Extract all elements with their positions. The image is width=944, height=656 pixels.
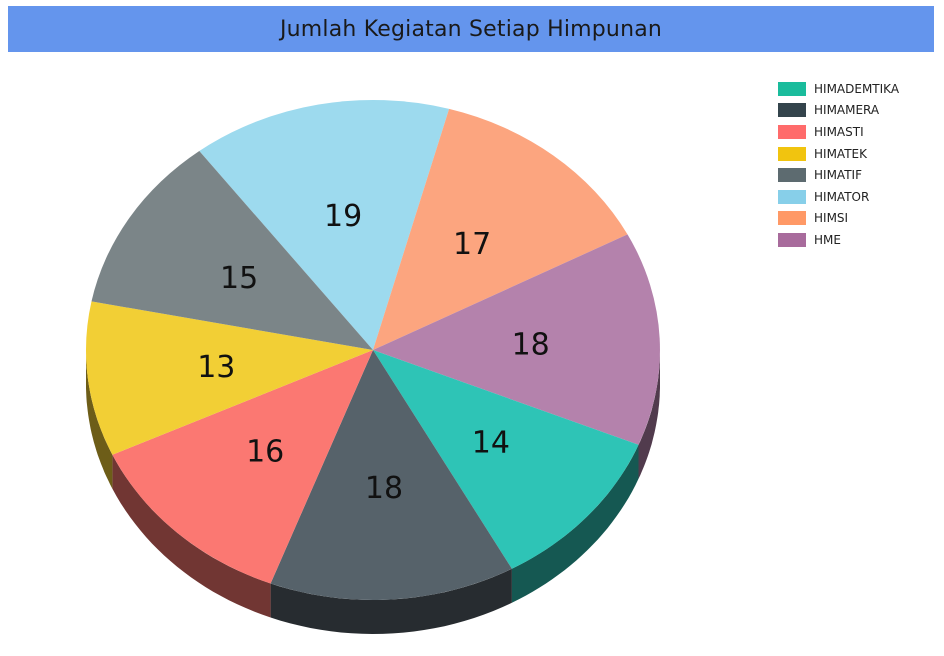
legend-item-himamera[interactable]: HIMAMERA	[778, 100, 899, 122]
slice-label-himasti: 16	[246, 435, 284, 470]
legend-label: HME	[814, 232, 841, 247]
legend-label: HIMAMERA	[814, 103, 880, 118]
legend-swatch	[778, 81, 806, 96]
legend-label: HIMASTI	[814, 124, 864, 139]
slice-label-himsi: 17	[453, 227, 491, 262]
slice-label-hme: 18	[512, 328, 550, 363]
legend-item-himasti[interactable]: HIMASTI	[778, 121, 899, 143]
legend-swatch	[778, 146, 806, 161]
legend-swatch	[778, 232, 806, 247]
slice-label-himatif: 15	[220, 261, 258, 296]
legend-item-hme[interactable]: HME	[778, 229, 899, 251]
legend-item-himatif[interactable]: HIMATIF	[778, 164, 899, 186]
slice-label-himator: 19	[324, 199, 362, 234]
legend-item-himademtika[interactable]: HIMADEMTIKA	[778, 78, 899, 100]
legend-swatch	[778, 211, 806, 226]
legend-swatch	[778, 124, 806, 139]
slice-label-himademtika: 14	[472, 425, 510, 460]
legend-item-himatek[interactable]: HIMATEK	[778, 143, 899, 165]
legend-label: HIMATIF	[814, 168, 862, 183]
legend-swatch	[778, 103, 806, 118]
legend-item-himator[interactable]: HIMATOR	[778, 186, 899, 208]
legend-label: HIMADEMTIKA	[814, 81, 900, 96]
slice-label-himatek: 13	[197, 350, 235, 385]
legend-swatch	[778, 189, 806, 204]
legend-label: HIMATEK	[814, 146, 867, 161]
legend-swatch	[778, 168, 806, 183]
legend-label: HIMATOR	[814, 189, 870, 204]
legend-item-himsi[interactable]: HIMSI	[778, 208, 899, 230]
slice-label-himamera: 18	[365, 471, 403, 506]
chart-legend: HIMADEMTIKA HIMAMERA HIMASTI HIMATEK HIMATIF…	[778, 78, 899, 251]
legend-label: HIMSI	[814, 211, 849, 226]
